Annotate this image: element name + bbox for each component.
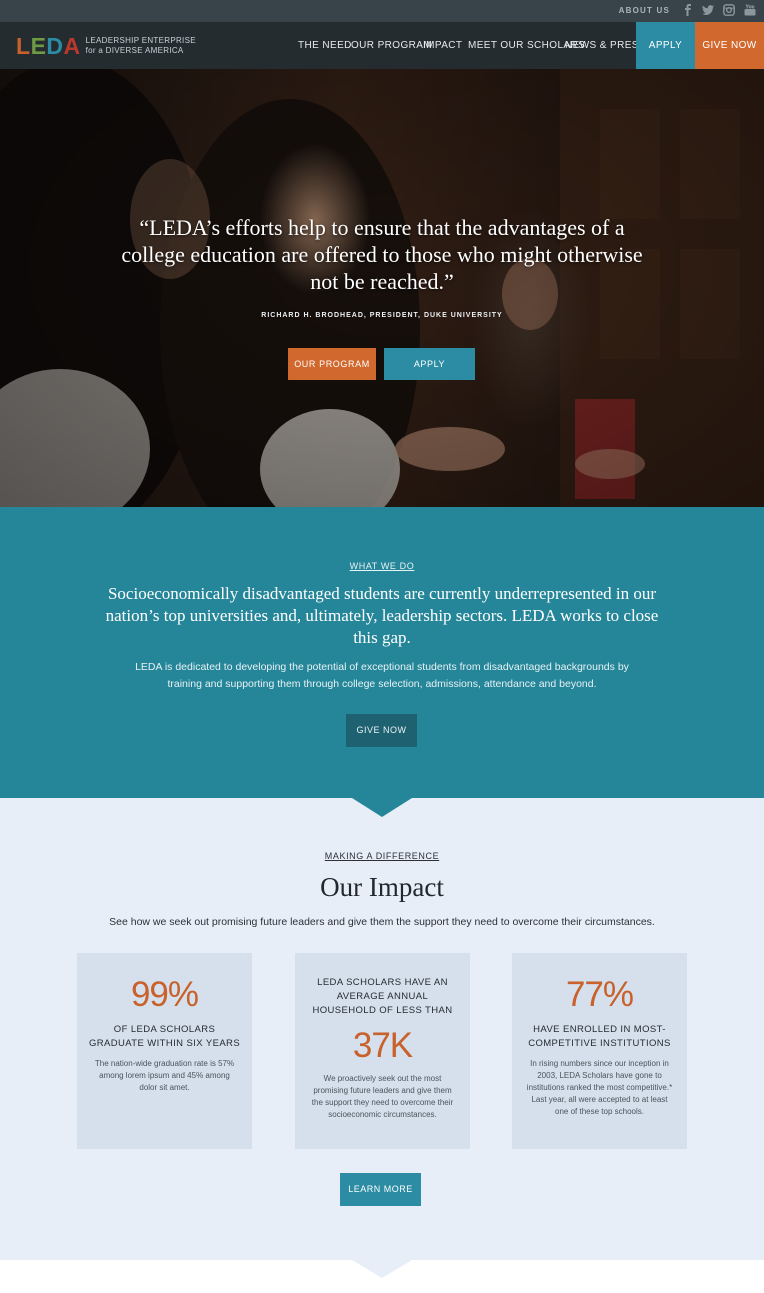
hero-section: “LEDA’s efforts help to ensure that the … [0, 69, 764, 507]
hero-apply-button[interactable]: APPLY [384, 348, 475, 380]
nav-item-the-need[interactable]: THE NEED [298, 40, 352, 51]
give-now-button[interactable]: GIVE NOW [346, 714, 417, 747]
section-pointer [352, 1260, 412, 1278]
logo-tagline: LEADERSHIP ENTERPRISE for a DIVERSE AMER… [86, 36, 196, 56]
hero-quote: “LEDA’s efforts help to ensure that the … [121, 215, 643, 294]
main-nav: LEDA LEADERSHIP ENTERPRISE for a DIVERSE… [0, 22, 764, 69]
logo-line-1: LEADERSHIP ENTERPRISE [85, 36, 196, 45]
hero-our-program-button[interactable]: OUR PROGRAM [288, 348, 376, 380]
youtube-icon[interactable] [744, 4, 756, 16]
about-us-link[interactable]: ABOUT US [619, 6, 670, 15]
instagram-icon[interactable] [723, 4, 735, 16]
section-pointer [352, 798, 412, 817]
logo-line-2: for a DIVERSE AMERICA [85, 46, 184, 55]
logo-mark: LEDA [16, 33, 81, 59]
impact-subtitle: See how we seek out promising future lea… [109, 916, 655, 928]
nav-item-impact[interactable]: IMPACT [423, 40, 462, 51]
nav-apply-button[interactable]: APPLY [636, 22, 695, 69]
facebook-icon[interactable] [682, 4, 694, 16]
leda-logo[interactable]: LEDA LEADERSHIP ENTERPRISE for a DIVERSE… [16, 33, 196, 59]
learn-more-button[interactable]: LEARN MORE [340, 1173, 421, 1206]
impact-section: MAKING A DIFFERENCE Our Impact See how w… [0, 798, 764, 1260]
stat-card-graduation: 99% OF LEDA SCHOLARS GRADUATE WITHIN SIX… [77, 953, 252, 1149]
stat-pre-label: LEDA SCHOLARS HAVE AN AVERAGE ANNUAL HOU… [312, 977, 453, 1016]
what-we-do-headline: Socioeconomically disadvantaged students… [105, 584, 659, 647]
stat-label: OF LEDA SCHOLARS GRADUATE WITHIN SIX YEA… [88, 1024, 241, 1049]
what-we-do-eyebrow: WHAT WE DO [349, 561, 415, 571]
stat-label: HAVE ENROLLED IN MOST-COMPETITIVE INSTIT… [528, 1024, 671, 1049]
what-we-do-body: LEDA is dedicated to developing the pote… [135, 661, 629, 690]
impact-eyebrow: MAKING A DIFFERENCE [324, 851, 440, 861]
stat-card-enrollment: 77% HAVE ENROLLED IN MOST-COMPETITIVE IN… [512, 953, 687, 1149]
stat-card-household: LEDA SCHOLARS HAVE AN AVERAGE ANNUAL HOU… [295, 953, 470, 1149]
stat-number: 99% [130, 975, 199, 1014]
stat-number: 37K [352, 1026, 413, 1065]
twitter-icon[interactable] [702, 4, 714, 16]
what-we-do-section: WHAT WE DO Socioeconomically disadvantag… [0, 507, 764, 798]
hero-attribution: RICHARD H. BRODHEAD, PRESIDENT, DUKE UNI… [261, 312, 503, 319]
impact-title: Our Impact [320, 872, 444, 902]
stat-description: We proactively seek out the most promisi… [311, 1074, 454, 1119]
nav-item-our-program[interactable]: OUR PROGRAM [351, 40, 432, 51]
nav-give-now-button[interactable]: GIVE NOW [695, 22, 764, 69]
stat-number: 77% [565, 975, 634, 1014]
utility-bar: ABOUT US [0, 0, 764, 22]
stat-description: In rising numbers since our inception in… [526, 1059, 673, 1116]
nav-item-news-press[interactable]: NEWS & PRESS [565, 40, 646, 51]
stat-description: The nation-wide graduation rate is 57% a… [94, 1059, 235, 1092]
